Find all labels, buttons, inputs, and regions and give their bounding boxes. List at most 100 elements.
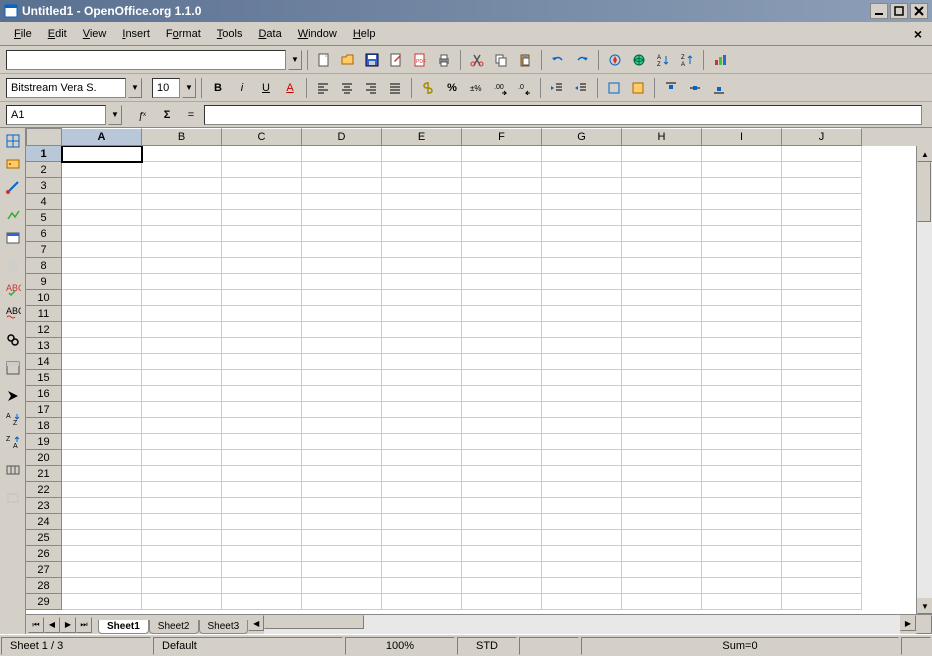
cell-H2[interactable] <box>622 162 702 178</box>
cell-F20[interactable] <box>462 450 542 466</box>
cell-E25[interactable] <box>382 530 462 546</box>
cell-F9[interactable] <box>462 274 542 290</box>
cell-A4[interactable] <box>62 194 142 210</box>
row-header-26[interactable]: 26 <box>26 546 62 562</box>
cell-C4[interactable] <box>222 194 302 210</box>
cell-B7[interactable] <box>142 242 222 258</box>
cell-E27[interactable] <box>382 562 462 578</box>
cell-I4[interactable] <box>702 194 782 210</box>
cell-A5[interactable] <box>62 210 142 226</box>
cell-F28[interactable] <box>462 578 542 594</box>
minimize-button[interactable] <box>870 3 888 19</box>
cell-B8[interactable] <box>142 258 222 274</box>
row-header-5[interactable]: 5 <box>26 210 62 226</box>
vertical-scrollbar[interactable]: ▲ ▼ <box>916 146 932 614</box>
cell-E9[interactable] <box>382 274 462 290</box>
row-header-19[interactable]: 19 <box>26 434 62 450</box>
cell-B19[interactable] <box>142 434 222 450</box>
bold-icon[interactable]: B <box>207 77 229 99</box>
cell-I7[interactable] <box>702 242 782 258</box>
cell-E17[interactable] <box>382 402 462 418</box>
cell-H26[interactable] <box>622 546 702 562</box>
cell-I20[interactable] <box>702 450 782 466</box>
cell-G9[interactable] <box>542 274 622 290</box>
cell-I17[interactable] <box>702 402 782 418</box>
cell-G17[interactable] <box>542 402 622 418</box>
cell-B23[interactable] <box>142 498 222 514</box>
cell-J13[interactable] <box>782 338 862 354</box>
cell-E12[interactable] <box>382 322 462 338</box>
cell-D12[interactable] <box>302 322 382 338</box>
url-input[interactable] <box>6 50 286 70</box>
cell-H20[interactable] <box>622 450 702 466</box>
cell-C25[interactable] <box>222 530 302 546</box>
percent-icon[interactable]: % <box>441 77 463 99</box>
first-sheet-icon[interactable]: ⏮ <box>28 617 44 633</box>
cell-I11[interactable] <box>702 306 782 322</box>
cell-E26[interactable] <box>382 546 462 562</box>
cell-G13[interactable] <box>542 338 622 354</box>
chart-icon[interactable] <box>709 49 731 71</box>
equals-icon[interactable]: = <box>180 104 202 126</box>
export-pdf-icon[interactable]: PDF <box>409 49 431 71</box>
cell-C28[interactable] <box>222 578 302 594</box>
auto-spellcheck-icon[interactable]: ABC <box>2 301 24 323</box>
copy-icon[interactable] <box>490 49 512 71</box>
cell-C7[interactable] <box>222 242 302 258</box>
row-header-9[interactable]: 9 <box>26 274 62 290</box>
cell-E21[interactable] <box>382 466 462 482</box>
align-right-icon[interactable] <box>360 77 382 99</box>
underline-icon[interactable]: U <box>255 77 277 99</box>
new-icon[interactable] <box>313 49 335 71</box>
cell-E28[interactable] <box>382 578 462 594</box>
cell-C17[interactable] <box>222 402 302 418</box>
font-size-input[interactable]: 10 <box>152 78 180 98</box>
cell-E2[interactable] <box>382 162 462 178</box>
cell-B25[interactable] <box>142 530 222 546</box>
cell-D17[interactable] <box>302 402 382 418</box>
cell-D11[interactable] <box>302 306 382 322</box>
cell-A2[interactable] <box>62 162 142 178</box>
navigator-icon[interactable] <box>604 49 626 71</box>
cell-D4[interactable] <box>302 194 382 210</box>
cell-A11[interactable] <box>62 306 142 322</box>
cell-A13[interactable] <box>62 338 142 354</box>
cell-C9[interactable] <box>222 274 302 290</box>
align-justify-icon[interactable] <box>384 77 406 99</box>
align-middle-icon[interactable] <box>684 77 706 99</box>
cell-B12[interactable] <box>142 322 222 338</box>
cell-D27[interactable] <box>302 562 382 578</box>
cell-C5[interactable] <box>222 210 302 226</box>
cell-E11[interactable] <box>382 306 462 322</box>
cell-J28[interactable] <box>782 578 862 594</box>
cell-D21[interactable] <box>302 466 382 482</box>
cell-A21[interactable] <box>62 466 142 482</box>
cell-G29[interactable] <box>542 594 622 610</box>
cell-H27[interactable] <box>622 562 702 578</box>
cell-G1[interactable] <box>542 146 622 162</box>
select-all-corner[interactable] <box>26 128 62 146</box>
formula-input[interactable] <box>204 105 922 125</box>
cell-H17[interactable] <box>622 402 702 418</box>
cell-F21[interactable] <box>462 466 542 482</box>
cell-F23[interactable] <box>462 498 542 514</box>
cell-H13[interactable] <box>622 338 702 354</box>
cell-C27[interactable] <box>222 562 302 578</box>
cell-E10[interactable] <box>382 290 462 306</box>
cell-D7[interactable] <box>302 242 382 258</box>
cell-A7[interactable] <box>62 242 142 258</box>
sheet-tab-sheet1[interactable]: Sheet1 <box>98 620 149 634</box>
cell-J22[interactable] <box>782 482 862 498</box>
sort-desc-icon[interactable]: ZA <box>676 49 698 71</box>
spellcheck-icon[interactable]: ABC <box>2 278 24 300</box>
cell-F25[interactable] <box>462 530 542 546</box>
cell-E19[interactable] <box>382 434 462 450</box>
cell-B29[interactable] <box>142 594 222 610</box>
prev-sheet-icon[interactable]: ◀ <box>44 617 60 633</box>
cell-J12[interactable] <box>782 322 862 338</box>
cell-G27[interactable] <box>542 562 622 578</box>
cell-I5[interactable] <box>702 210 782 226</box>
cell-D22[interactable] <box>302 482 382 498</box>
remove-decimal-icon[interactable]: .0 <box>513 77 535 99</box>
cell-B26[interactable] <box>142 546 222 562</box>
